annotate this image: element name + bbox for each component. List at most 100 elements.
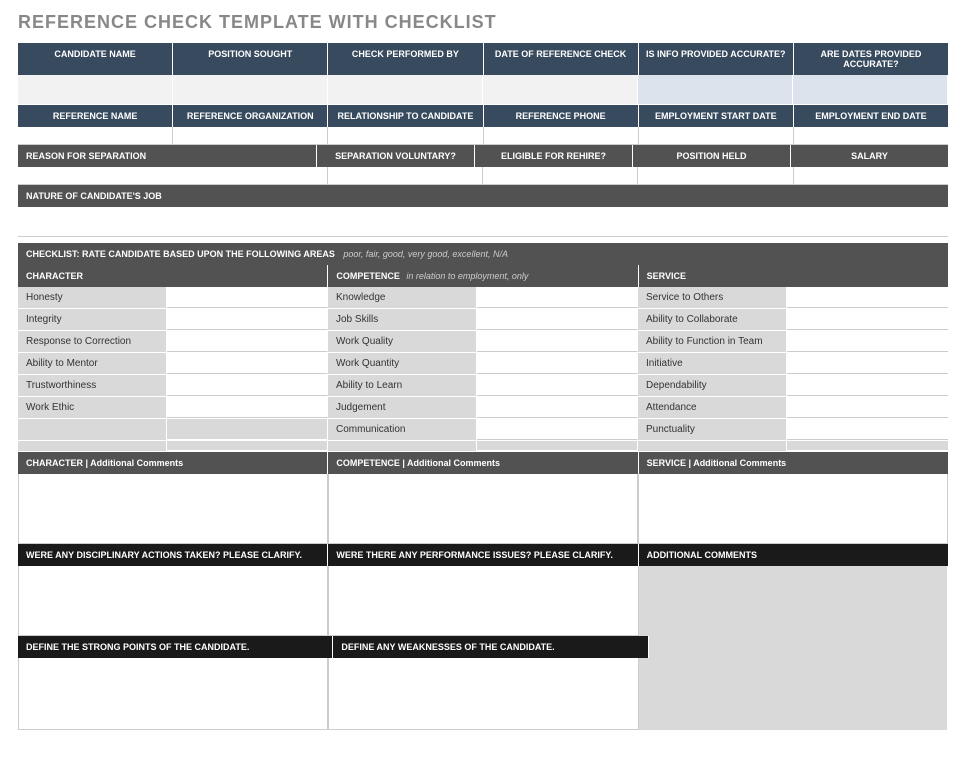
- input-strong[interactable]: [18, 658, 328, 730]
- input-info-accurate[interactable]: [638, 75, 793, 105]
- checklist-item-input[interactable]: [477, 397, 638, 418]
- checklist-item-input[interactable]: [477, 353, 638, 374]
- input-char-comments[interactable]: [18, 474, 328, 544]
- checklist-item-input[interactable]: [477, 309, 638, 330]
- input-date-check[interactable]: [483, 75, 638, 105]
- input-addl-top[interactable]: [639, 566, 948, 636]
- input-ref-org[interactable]: [173, 127, 328, 145]
- input-relationship[interactable]: [328, 127, 483, 145]
- hdr-comp-comments: COMPETENCE | Additional Comments: [328, 452, 638, 474]
- input-ref-phone[interactable]: [484, 127, 639, 145]
- checklist-item-input[interactable]: [167, 375, 328, 396]
- checklist-item-input[interactable]: [787, 397, 948, 418]
- comments-boxes: [18, 474, 948, 544]
- checklist-item-input[interactable]: [167, 397, 328, 418]
- input-ref-name[interactable]: [18, 127, 173, 145]
- checklist-col-competence: Work Quantity: [328, 353, 638, 374]
- checklist-col-character: Integrity: [18, 309, 328, 330]
- nature-header: NATURE OF CANDIDATE'S JOB: [18, 185, 948, 207]
- ext-row2-boxes: [18, 658, 948, 730]
- section3-inputs: [18, 167, 948, 185]
- checklist-col-service: [638, 441, 948, 451]
- checklist-cols-header: CHARACTER COMPETENCE in relation to empl…: [18, 265, 948, 287]
- checklist-item-label: Job Skills: [328, 309, 477, 330]
- checklist-col-character: [18, 419, 328, 440]
- section2-inputs: [18, 127, 948, 145]
- hdr-nature: NATURE OF CANDIDATE'S JOB: [18, 185, 948, 207]
- checklist-item-label: Work Quantity: [328, 353, 477, 374]
- comments-headers: CHARACTER | Additional Comments COMPETEN…: [18, 452, 948, 474]
- hdr-weak: DEFINE ANY WEAKNESSES OF THE CANDIDATE.: [333, 636, 648, 658]
- section3-headers: REASON FOR SEPARATION SEPARATION VOLUNTA…: [18, 145, 948, 167]
- competence-label: COMPETENCE: [336, 271, 400, 281]
- checklist-item-input[interactable]: [787, 375, 948, 396]
- checklist-item-label: Ability to Mentor: [18, 353, 167, 374]
- input-perf[interactable]: [328, 566, 638, 636]
- input-emp-end[interactable]: [794, 127, 948, 145]
- input-nature[interactable]: [18, 207, 948, 237]
- input-reason-sep[interactable]: [18, 167, 328, 185]
- checklist-col-competence: Communication: [328, 419, 638, 440]
- checklist-item-input[interactable]: [787, 419, 948, 440]
- ext-row2-headers: DEFINE THE STRONG POINTS OF THE CANDIDAT…: [18, 636, 948, 658]
- checklist-item-input[interactable]: [787, 353, 948, 374]
- input-addl-bottom[interactable]: [639, 658, 948, 730]
- checklist-col-competence: [328, 441, 638, 451]
- input-serv-comments[interactable]: [638, 474, 948, 544]
- hdr-emp-start: EMPLOYMENT START DATE: [639, 105, 794, 127]
- checklist-item-input[interactable]: [477, 419, 638, 440]
- checklist-item-input[interactable]: [477, 375, 638, 396]
- input-candidate-name[interactable]: [18, 75, 173, 105]
- hdr-ref-phone: REFERENCE PHONE: [484, 105, 639, 127]
- checklist-item-input[interactable]: [787, 309, 948, 330]
- hdr-ref-org: REFERENCE ORGANIZATION: [173, 105, 328, 127]
- checklist-title: CHECKLIST: RATE CANDIDATE BASED UPON THE…: [26, 249, 335, 259]
- input-salary[interactable]: [794, 167, 948, 185]
- checklist-row: [18, 441, 948, 452]
- checklist-item-input[interactable]: [787, 287, 948, 308]
- hdr-date-check: DATE OF REFERENCE CHECK: [484, 43, 639, 75]
- checklist-item-label: Honesty: [18, 287, 167, 308]
- input-weak[interactable]: [328, 658, 638, 730]
- checklist-row: TrustworthinessAbility to LearnDependabi…: [18, 375, 948, 397]
- input-position-sought[interactable]: [173, 75, 328, 105]
- hdr-perf: WERE THERE ANY PERFORMANCE ISSUES? PLEAS…: [328, 544, 638, 566]
- checklist-item-label: Initiative: [638, 353, 787, 374]
- checklist-item-label: [18, 441, 167, 451]
- checklist-col-character: [18, 441, 328, 451]
- checklist-col-competence: Judgement: [328, 397, 638, 418]
- checklist-col-character: Ability to Mentor: [18, 353, 328, 374]
- competence-hint: in relation to employment, only: [406, 271, 528, 281]
- checklist-item-input[interactable]: [787, 331, 948, 352]
- checklist-row: HonestyKnowledgeService to Others: [18, 287, 948, 309]
- input-sep-vol[interactable]: [328, 167, 483, 185]
- hdr-position-held: POSITION HELD: [633, 145, 791, 167]
- ext-row1-headers: WERE ANY DISCIPLINARY ACTIONS TAKEN? PLE…: [18, 544, 948, 566]
- checklist-item-label: Judgement: [328, 397, 477, 418]
- input-disc[interactable]: [18, 566, 328, 636]
- checklist-item-input: [477, 441, 638, 451]
- checklist-col-character: Honesty: [18, 287, 328, 308]
- input-position-held[interactable]: [638, 167, 793, 185]
- input-emp-start[interactable]: [639, 127, 794, 145]
- checklist-col-service: Attendance: [638, 397, 948, 418]
- checklist-item-label: [328, 441, 477, 451]
- input-dates-accurate[interactable]: [793, 75, 948, 105]
- input-addl-mid[interactable]: [649, 636, 948, 658]
- checklist-item-input[interactable]: [477, 331, 638, 352]
- input-check-by[interactable]: [328, 75, 483, 105]
- checklist-item-input[interactable]: [167, 331, 328, 352]
- hdr-service: SERVICE: [639, 265, 948, 287]
- hdr-reason-sep: REASON FOR SEPARATION: [18, 145, 317, 167]
- hdr-char-comments: CHARACTER | Additional Comments: [18, 452, 328, 474]
- checklist-item-input[interactable]: [167, 353, 328, 374]
- checklist-item-input[interactable]: [167, 287, 328, 308]
- checklist-col-competence: Job Skills: [328, 309, 638, 330]
- input-rehire[interactable]: [483, 167, 638, 185]
- checklist-item-label: Trustworthiness: [18, 375, 167, 396]
- checklist-col-service: Dependability: [638, 375, 948, 396]
- checklist-item-input[interactable]: [167, 309, 328, 330]
- input-comp-comments[interactable]: [328, 474, 638, 544]
- hdr-rehire: ELIGIBLE FOR REHIRE?: [475, 145, 633, 167]
- checklist-item-input[interactable]: [477, 287, 638, 308]
